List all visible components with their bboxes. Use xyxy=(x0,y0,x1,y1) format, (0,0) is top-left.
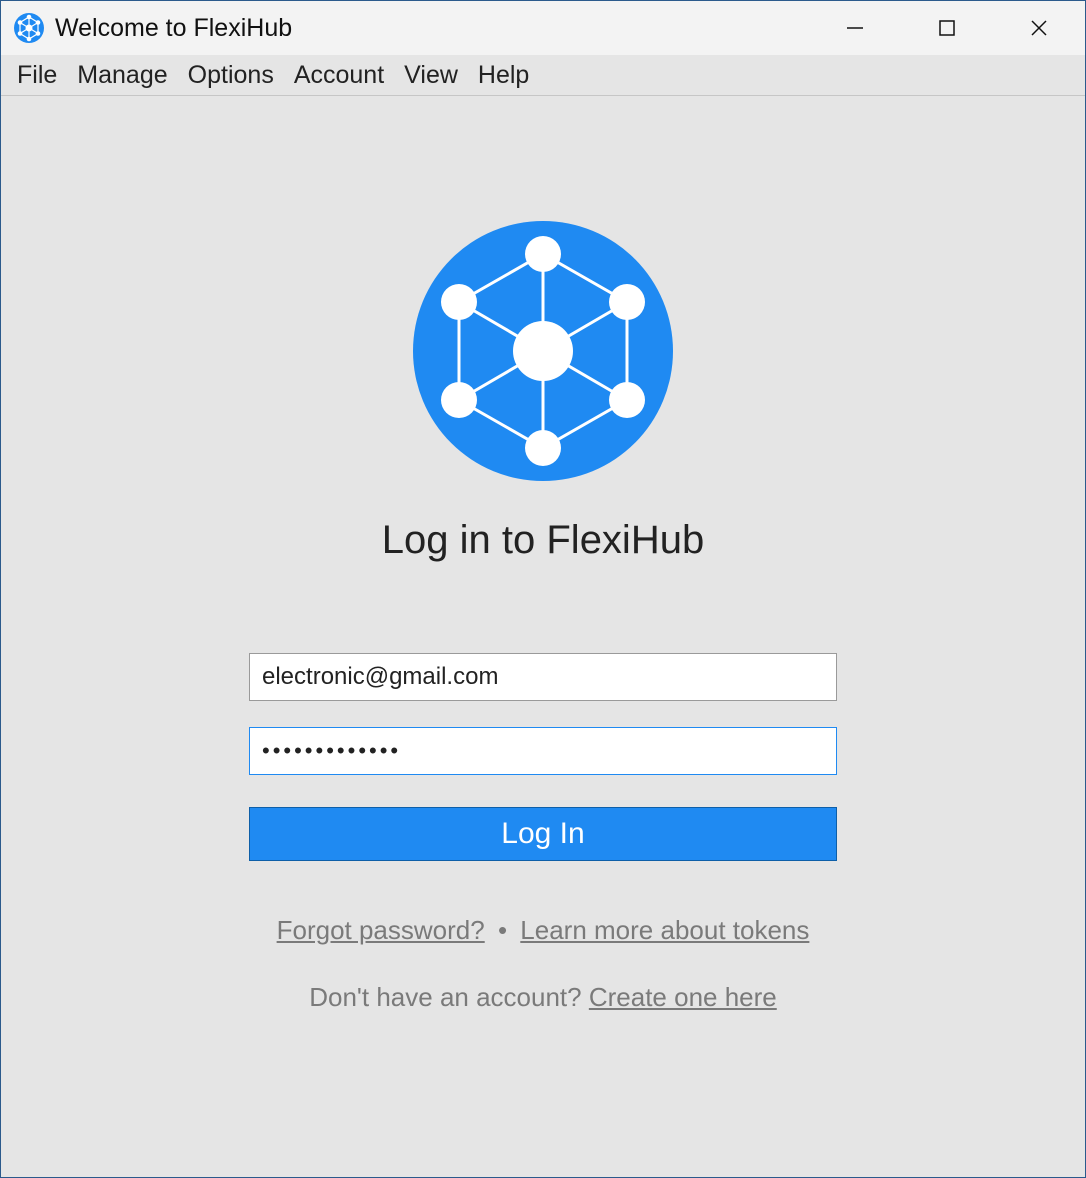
close-button[interactable] xyxy=(993,1,1085,55)
maximize-button[interactable] xyxy=(901,1,993,55)
app-icon xyxy=(13,12,45,44)
flexihub-logo-icon xyxy=(408,216,678,486)
login-form: Log In xyxy=(249,653,837,861)
login-button[interactable]: Log In xyxy=(249,807,837,861)
minimize-button[interactable] xyxy=(809,1,901,55)
window-title: Welcome to FlexiHub xyxy=(55,14,809,43)
menu-file[interactable]: File xyxy=(9,59,65,92)
help-links-row: Forgot password? • Learn more about toke… xyxy=(277,915,810,946)
menu-manage[interactable]: Manage xyxy=(69,59,175,92)
menu-view[interactable]: View xyxy=(396,59,466,92)
no-account-text: Don't have an account? xyxy=(309,982,589,1012)
window-controls xyxy=(809,1,1085,55)
menu-bar: File Manage Options Account View Help xyxy=(1,56,1085,96)
learn-tokens-link[interactable]: Learn more about tokens xyxy=(520,915,809,945)
email-field[interactable] xyxy=(249,653,837,701)
menu-options[interactable]: Options xyxy=(180,59,282,92)
menu-account[interactable]: Account xyxy=(286,59,392,92)
title-bar: Welcome to FlexiHub xyxy=(1,1,1085,56)
create-account-link[interactable]: Create one here xyxy=(589,982,777,1012)
password-field[interactable] xyxy=(249,727,837,775)
main-content: Log in to FlexiHub Log In Forgot passwor… xyxy=(1,96,1085,1177)
login-heading: Log in to FlexiHub xyxy=(382,518,704,563)
forgot-password-link[interactable]: Forgot password? xyxy=(277,915,485,945)
signup-row: Don't have an account? Create one here xyxy=(309,982,777,1013)
separator-dot: • xyxy=(492,915,513,945)
menu-help[interactable]: Help xyxy=(470,59,537,92)
